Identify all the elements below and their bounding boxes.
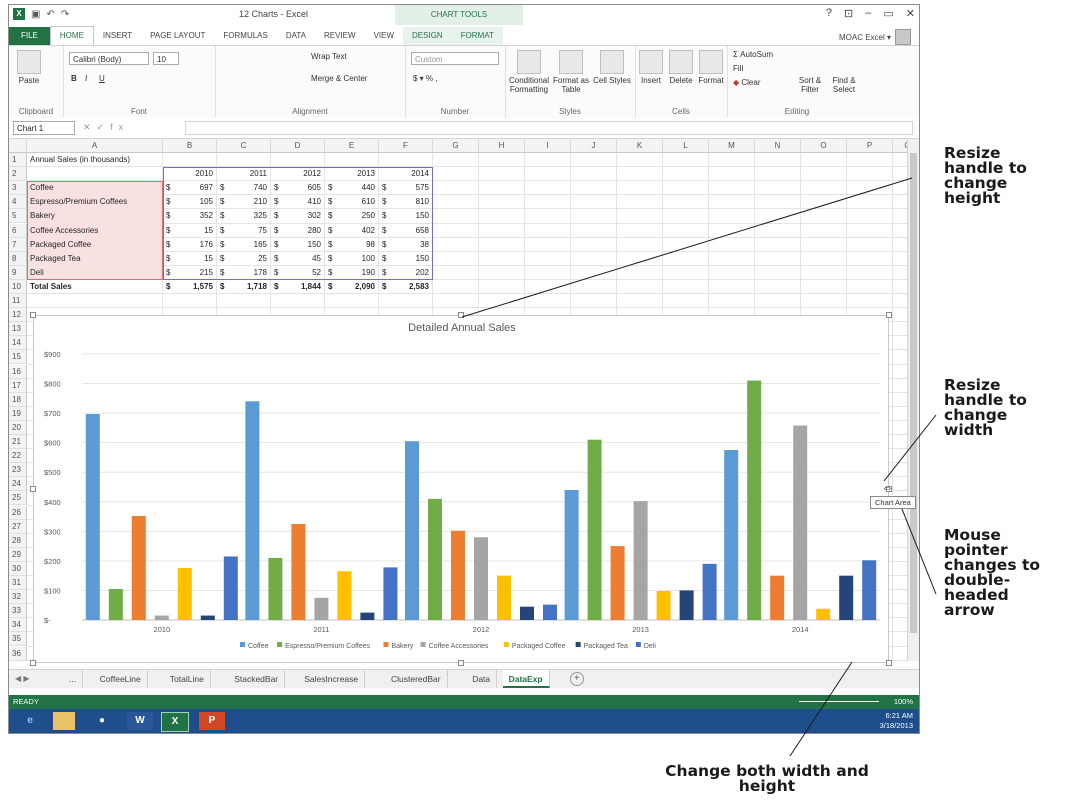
callout-width: Resize handle to change width: [944, 376, 1027, 439]
width-leader-line: [883, 414, 937, 482]
height-leader-line: [461, 177, 913, 318]
callout-leader-lines: [461, 177, 937, 757]
callout-pointer: Mouse pointer changes to double-headed a…: [944, 526, 1041, 619]
callout-both: Change both width and height: [665, 762, 869, 795]
pointer-leader-line: [899, 503, 937, 595]
callout-height: Resize handle to change height: [944, 144, 1027, 207]
both-leader-line: [789, 661, 853, 757]
double-arrow-pointer-icon: ⇔: [882, 482, 893, 494]
chart-area-tooltip: Chart Area: [870, 496, 916, 509]
